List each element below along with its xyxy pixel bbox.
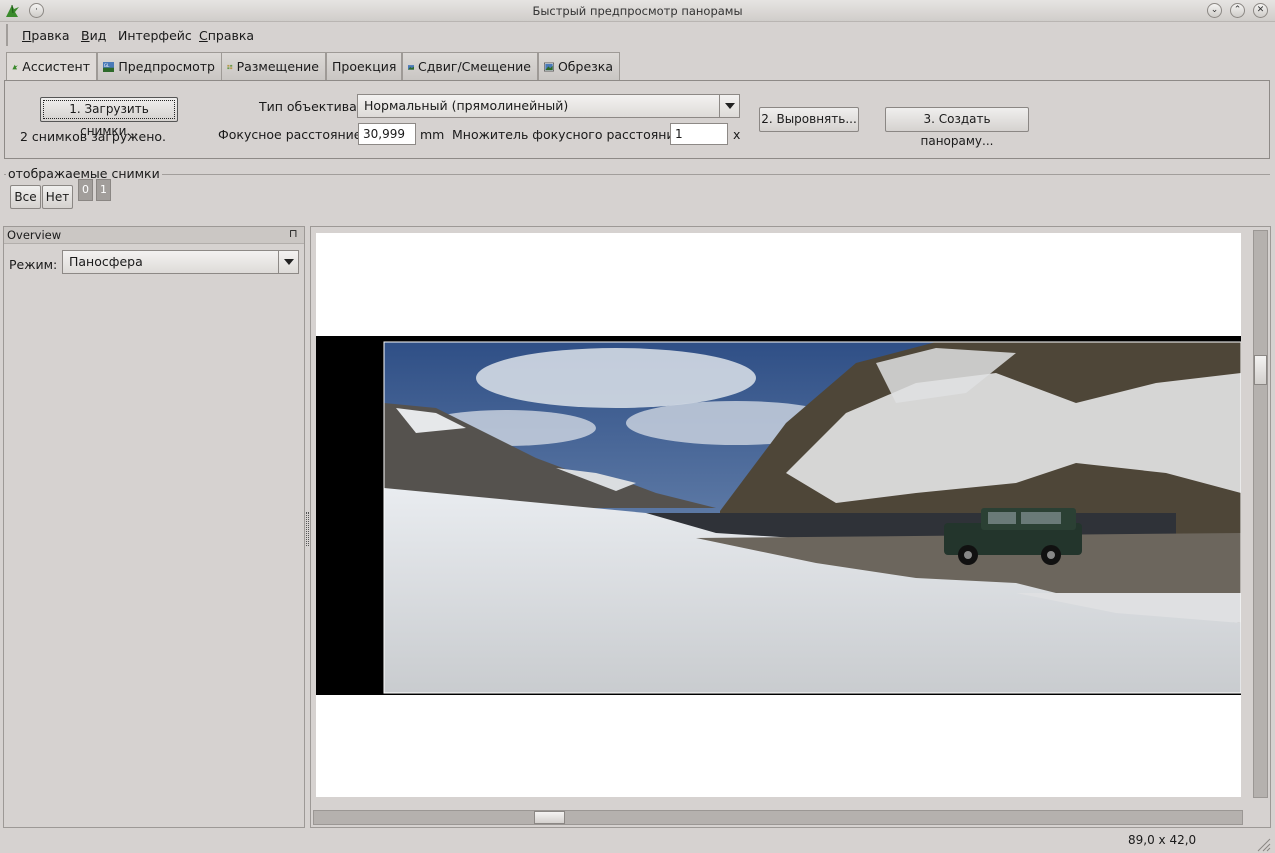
minimize-button[interactable]: ⌄ [1207,3,1222,18]
tab-preview[interactable]: GL Предпросмотр [97,52,222,80]
tab-label: Обрезка [557,59,613,74]
fov-status: 89,0 x 42,0 [1128,833,1197,847]
horizontal-scrollbar[interactable] [313,810,1243,825]
crop-factor-label: Множитель фокусного расстояния: [452,127,687,142]
lens-type-label: Тип объектива: [259,99,361,114]
mode-select[interactable]: Паносфера [62,250,299,274]
overview-panel: Overview ⊓ Режим: Паносфера [3,226,305,828]
assistant-icon [12,64,18,69]
tab-label: Проекция [332,59,397,74]
gl-preview-icon: GL [103,61,115,72]
panorama-preview-canvas[interactable] [316,233,1241,797]
displayed-images-group: отображаемые снимки Все Нет 0 1 [4,166,1270,216]
vertical-scroll-thumb[interactable] [1254,355,1267,385]
show-all-button[interactable]: Все [10,185,41,209]
overview-title: Overview [7,228,62,242]
layout-icon [227,64,233,69]
lens-type-select[interactable]: Нормальный (прямолинейный) [357,94,740,118]
status-bar: 89,0 x 42,0 [0,830,1275,853]
menu-interface[interactable]: Интерфейс [118,28,192,43]
crop-icon [544,62,554,71]
chevron-down-icon [278,251,298,273]
chevron-down-icon [719,95,739,117]
image-toggle-0[interactable]: 0 [78,179,93,201]
show-none-button[interactable]: Нет [42,185,73,209]
mode-value: Паносфера [69,254,143,269]
tab-label: Сдвиг/Смещение [418,59,531,74]
tab-move[interactable]: Сдвиг/Смещение [402,52,538,80]
panorama-image [316,336,1241,695]
align-button[interactable]: 2. Выровнять... [759,107,859,132]
load-images-button[interactable]: 1. Загрузить снимки... [40,97,178,138]
overview-header: Overview ⊓ [4,227,304,244]
resize-grip-icon[interactable] [1255,836,1271,852]
splitter-handle[interactable] [306,512,309,546]
crop-factor-unit: x [733,127,741,142]
menu-bar: Правка Вид Интерфейс Справка [6,24,1272,46]
focal-length-field[interactable]: 30,999 [358,123,416,145]
tab-label: Ассистент [22,59,90,74]
vertical-scrollbar[interactable] [1253,230,1268,798]
tab-label: Предпросмотр [118,59,215,74]
title-bar: · Быстрый предпросмотр панорамы ⌄ ⌃ ✕ [0,0,1275,22]
menu-help[interactable]: Справка [199,28,254,43]
crop-factor-field[interactable]: 1 [670,123,728,145]
assistant-panel: 1. Загрузить снимки... 2 снимков загруже… [4,80,1270,159]
move-icon [408,64,415,70]
tab-label: Размещение [236,59,319,74]
create-panorama-button[interactable]: 3. Создать панораму... [885,107,1029,148]
pin-icon[interactable]: ⊓ [289,227,298,240]
menu-view[interactable]: Вид [81,28,106,43]
tab-projection[interactable]: Проекция [326,52,402,80]
close-button[interactable]: ✕ [1253,3,1268,18]
mode-label: Режим: [9,257,58,272]
lens-type-value: Нормальный (прямолинейный) [364,98,569,113]
loaded-status: 2 снимков загружено. [20,129,167,144]
focal-length-unit: mm [420,127,445,142]
tab-crop[interactable]: Обрезка [538,52,620,80]
svg-text:GL: GL [104,63,110,69]
tab-layout[interactable]: Размещение [221,52,326,80]
tab-assistant[interactable]: Ассистент [6,52,97,81]
menu-edit[interactable]: Правка [22,28,70,43]
maximize-button[interactable]: ⌃ [1230,3,1245,18]
horizontal-scroll-thumb[interactable] [534,811,565,824]
image-toggle-1[interactable]: 1 [96,179,111,201]
window-title: Быстрый предпросмотр панорамы [532,4,743,18]
focal-length-label: Фокусное расстояние: [218,127,366,142]
